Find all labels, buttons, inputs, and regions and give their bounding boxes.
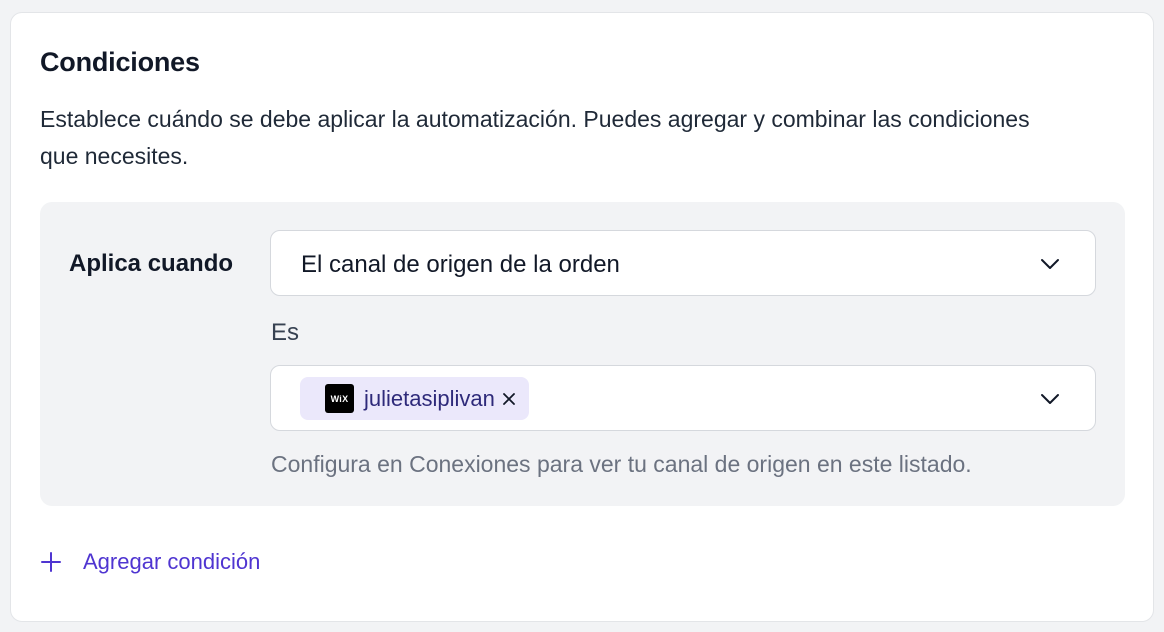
plus-icon [41, 552, 61, 572]
chip-label: julietasiplivan [364, 385, 495, 411]
add-condition-label: Agregar condición [83, 549, 261, 574]
condition-panel: Aplica cuando El canal de origen de la o… [40, 202, 1125, 506]
add-condition-button[interactable]: Agregar condición [40, 549, 260, 575]
conditions-card: Condiciones Establece cuándo se debe apl… [10, 12, 1154, 622]
condition-value-select[interactable]: WiX julietasiplivan [270, 365, 1096, 431]
close-icon[interactable] [501, 391, 517, 407]
wix-logo-icon: WiX [325, 384, 354, 413]
section-description: Establece cuándo se debe aplicar la auto… [40, 106, 1030, 169]
section-title: Condiciones [40, 47, 200, 77]
applies-when-label: Aplica cuando [69, 250, 234, 277]
operator-label: Es [271, 319, 300, 346]
hint-text: Configura en Conexiones para ver tu cana… [271, 451, 972, 477]
chevron-down-icon[interactable] [1039, 253, 1061, 275]
selected-chip: WiX julietasiplivan [300, 377, 529, 420]
condition-field-select[interactable]: El canal de origen de la orden [270, 230, 1096, 296]
chevron-down-icon[interactable] [1039, 388, 1061, 410]
condition-field-value: El canal de origen de la orden [301, 251, 620, 278]
